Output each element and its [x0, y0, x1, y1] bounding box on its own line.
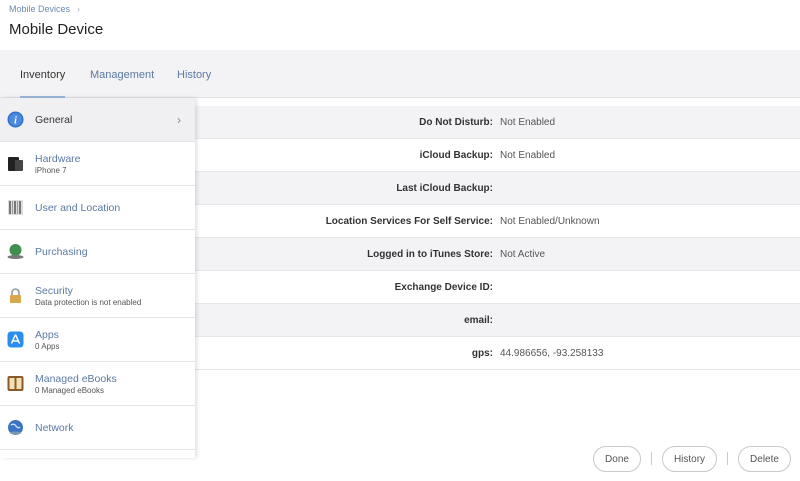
sidebar-item-sub: Data protection is not enabled	[35, 297, 142, 307]
detail-label: Location Services For Self Service:	[325, 215, 493, 227]
sidebar-item-managed-ebooks[interactable]: Managed eBooks 0 Managed eBooks	[0, 362, 195, 406]
inventory-sidebar: i General › Hardware iPhone 7 User and Lo…	[0, 98, 195, 458]
sidebar-item-sub: iPhone 7	[35, 165, 67, 175]
detail-row-gps: gps: 44.986656, -93.258133	[195, 337, 800, 370]
book-icon	[7, 375, 24, 392]
sidebar-item-hardware[interactable]: Hardware iPhone 7	[0, 142, 195, 186]
sidebar-item-apps[interactable]: Apps 0 Apps	[0, 318, 195, 362]
tab-bar: Inventory Management History	[0, 51, 800, 98]
detail-row-email: email:	[195, 304, 800, 337]
tab-history[interactable]: History	[177, 69, 211, 98]
info-icon: i	[7, 111, 24, 128]
sidebar-item-general[interactable]: i General ›	[0, 98, 195, 142]
sidebar-item-sub: 0 Managed eBooks	[35, 385, 104, 395]
sidebar-item-label: General	[35, 113, 73, 126]
sidebar-item-purchasing[interactable]: Purchasing	[0, 230, 195, 274]
chevron-right-icon: ›	[177, 112, 181, 127]
page-header: Mobile Devices › Mobile Device	[0, 0, 800, 50]
breadcrumb-mobile-devices[interactable]: Mobile Devices	[9, 4, 70, 14]
tab-inventory[interactable]: Inventory	[20, 69, 65, 98]
detail-row-location-services: Location Services For Self Service: Not …	[195, 205, 800, 238]
sidebar-item-security[interactable]: Security Data protection is not enabled	[0, 274, 195, 318]
app-store-icon	[7, 331, 24, 348]
detail-label: email:	[464, 314, 493, 326]
detail-row-exchange-device-id: Exchange Device ID:	[195, 271, 800, 304]
globe-icon	[7, 419, 24, 436]
sidebar-item-label: Purchasing	[35, 245, 88, 258]
detail-value: Not Active	[500, 248, 546, 260]
breadcrumb: Mobile Devices ›	[9, 4, 80, 14]
sidebar-item-label: Apps	[35, 328, 59, 341]
detail-row-do-not-disturb: Do Not Disturb: Not Enabled	[195, 106, 800, 139]
history-button[interactable]: History	[662, 446, 717, 472]
detail-label: Exchange Device ID:	[394, 281, 493, 293]
button-separator	[651, 452, 652, 465]
detail-value: Not Enabled	[500, 149, 556, 161]
sidebar-item-label: Hardware	[35, 152, 81, 165]
sidebar-item-label: User and Location	[35, 201, 121, 214]
detail-label: Logged in to iTunes Store:	[367, 248, 493, 260]
tab-management[interactable]: Management	[90, 69, 154, 98]
detail-value: 44.986656, -93.258133	[500, 347, 604, 359]
detail-row-last-icloud-backup: Last iCloud Backup:	[195, 172, 800, 205]
sidebar-item-user-and-location[interactable]: User and Location	[0, 186, 195, 230]
sidebar-item-label: Security	[35, 284, 73, 297]
detail-value: Not Enabled	[500, 116, 556, 128]
page-title: Mobile Device	[9, 21, 104, 38]
detail-label: iCloud Backup:	[419, 149, 493, 161]
svg-text:i: i	[14, 116, 17, 127]
sidebar-item-label: Network	[35, 421, 74, 434]
done-button[interactable]: Done	[593, 446, 641, 472]
chevron-right-icon: ›	[77, 4, 81, 14]
lock-icon	[7, 287, 24, 304]
detail-value: Not Enabled/Unknown	[500, 215, 600, 227]
device-icon	[7, 155, 24, 172]
sidebar-item-label: Managed eBooks	[35, 372, 117, 385]
detail-label: Do Not Disturb:	[419, 116, 493, 128]
detail-row-icloud-backup: iCloud Backup: Not Enabled	[195, 139, 800, 172]
detail-row-itunes-store: Logged in to iTunes Store: Not Active	[195, 238, 800, 271]
detail-label: gps:	[471, 347, 493, 359]
delete-button[interactable]: Delete	[738, 446, 791, 472]
purchasing-icon	[7, 243, 24, 260]
sidebar-item-network[interactable]: Network	[0, 406, 195, 450]
detail-label: Last iCloud Backup:	[396, 182, 493, 194]
button-separator	[727, 452, 728, 465]
sidebar-item-sub: 0 Apps	[35, 341, 60, 351]
user-location-icon	[7, 199, 24, 216]
